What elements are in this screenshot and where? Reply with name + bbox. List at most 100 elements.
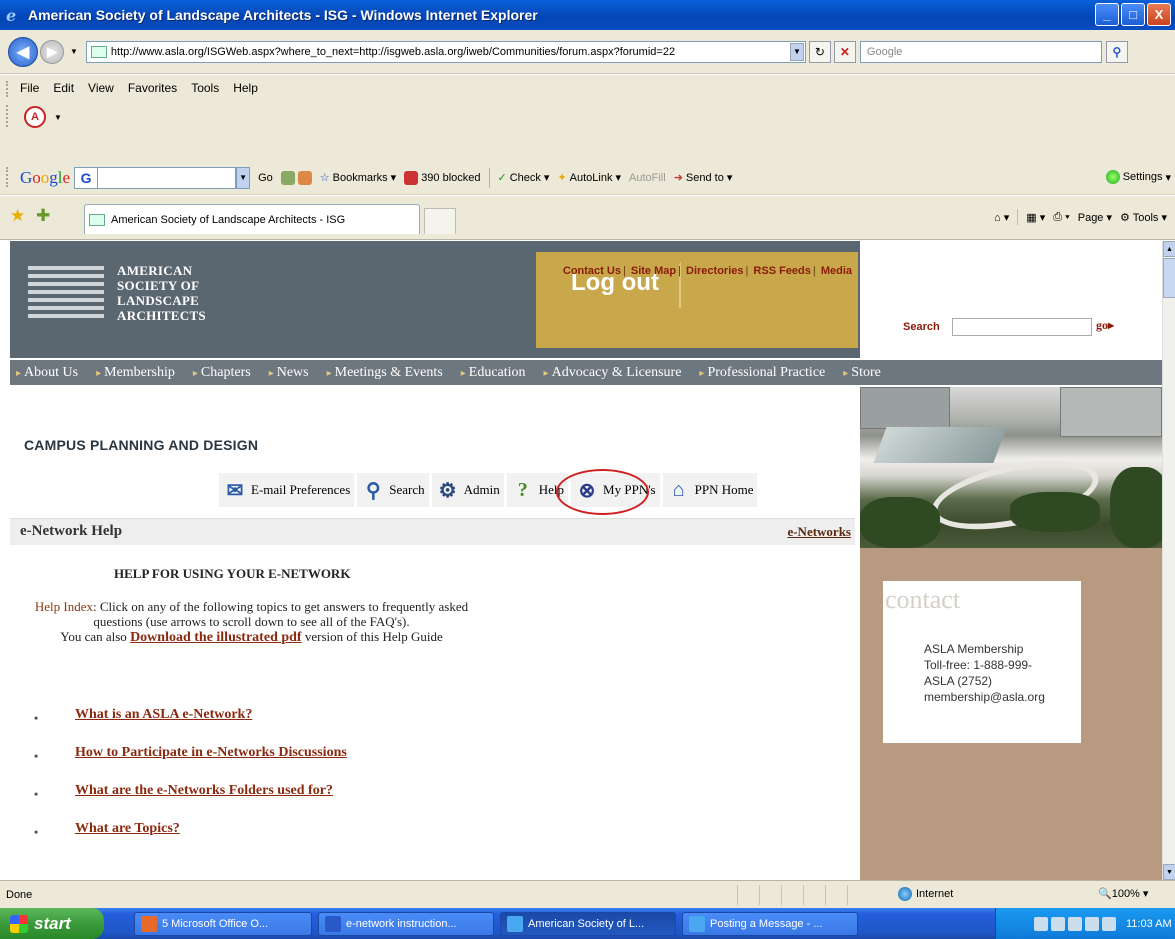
asla-name[interactable]: AMERICAN SOCIETY OF LANDSCAPE ARCHITECTS <box>117 263 206 323</box>
start-button[interactable]: start <box>0 908 104 939</box>
nav-advocacy-licensure[interactable]: Advocacy & Licensure <box>544 365 682 381</box>
scroll-thumb[interactable] <box>1163 258 1175 298</box>
restore-button[interactable]: □ <box>1121 3 1145 26</box>
taskbar-item[interactable]: Posting a Message - ... <box>682 911 858 936</box>
feeds-icon[interactable]: ▦ ▾ <box>1026 211 1045 224</box>
history-dropdown-icon[interactable]: ▼ <box>70 47 78 56</box>
settings-button[interactable]: Settings ▾ <box>1105 170 1171 184</box>
menu-tools[interactable]: Tools <box>191 81 219 95</box>
title-bar: e American Society of Landscape Architec… <box>0 0 1175 30</box>
globe-icon <box>898 887 912 901</box>
ppn-home-button[interactable]: ⌂ PPN Home <box>661 472 759 508</box>
scroll-down-icon[interactable]: ▼ <box>1163 864 1175 880</box>
home-icon[interactable]: ⌂ ▾ <box>994 211 1009 224</box>
bookmarks-button[interactable]: ☆ Bookmarks ▾ <box>320 171 396 185</box>
site-search-go-button[interactable]: go▸ <box>1096 318 1114 333</box>
contact-email[interactable]: membership@asla.org <box>924 689 1074 705</box>
favorites-star-icon[interactable]: ★ <box>10 206 25 226</box>
autolink-button[interactable]: ✦ AutoLink ▾ <box>557 171 621 185</box>
e-networks-link[interactable]: e-Networks <box>787 524 851 540</box>
send-to-button[interactable]: ➜ Send to ▾ <box>674 171 733 185</box>
page-menu[interactable]: Page ▾ <box>1078 211 1112 224</box>
download-pdf-link[interactable]: Download the illustrated pdf <box>130 630 302 645</box>
taskbar-item[interactable]: e-network instruction... <box>318 911 494 936</box>
back-button[interactable]: ◀ <box>8 36 38 67</box>
email-icon: ✉ <box>226 479 244 502</box>
nav-store[interactable]: Store <box>843 365 881 381</box>
nav-meetings-events[interactable]: Meetings & Events <box>327 365 443 381</box>
nav-news[interactable]: News <box>269 365 309 381</box>
autofill-button[interactable]: AutoFill <box>629 172 666 184</box>
directories-link[interactable]: Directories <box>686 265 743 277</box>
search-input[interactable]: Google <box>859 40 1102 63</box>
google-dropdown-icon[interactable]: ▼ <box>236 166 251 189</box>
status-bar: Done Internet 🔍100% ▾ <box>0 880 1175 908</box>
url-text[interactable]: http://www.asla.org/ISGWeb.aspx?where_to… <box>111 46 790 58</box>
tray-icons[interactable] <box>1034 916 1116 931</box>
spell-check-button[interactable]: ✓ Check ▾ <box>498 171 550 185</box>
menu-edit[interactable]: Edit <box>53 81 74 95</box>
popup-blocker-button[interactable]: 390 blocked <box>404 170 481 185</box>
go-button[interactable]: Go <box>258 172 273 184</box>
zoom-level[interactable]: 🔍100% ▾ <box>1098 887 1148 900</box>
close-button[interactable]: X <box>1147 3 1171 26</box>
add-favorites-icon[interactable]: ✚ <box>36 206 50 226</box>
magnifier-icon: ⚲ <box>365 479 381 502</box>
security-zone[interactable]: Internet <box>898 887 953 901</box>
topic-link[interactable]: What is an ASLA e-Network? <box>75 707 252 723</box>
url-field[interactable]: http://www.asla.org/ISGWeb.aspx?where_to… <box>85 40 806 63</box>
window-controls: _ □ X <box>1095 3 1171 26</box>
topic-link[interactable]: What are Topics? <box>75 821 180 837</box>
rss-feeds-link[interactable]: RSS Feeds <box>753 265 810 277</box>
highlight-circle <box>556 469 649 515</box>
search-button[interactable]: ⚲ <box>1105 40 1128 63</box>
pdf-icon[interactable]: A <box>24 106 46 128</box>
menu-view[interactable]: View <box>88 81 114 95</box>
menu-file[interactable]: File <box>20 81 39 95</box>
pdf-dropdown-icon[interactable]: ▼ <box>54 113 62 122</box>
site-search-input[interactable] <box>952 318 1092 336</box>
nav-education[interactable]: Education <box>461 365 526 381</box>
content-header: e-Network Help e-Networks <box>10 518 855 545</box>
stop-button[interactable]: ✕ <box>833 40 856 63</box>
taskbar-item[interactable]: 5 Microsoft Office O... <box>134 911 312 936</box>
gear-icon: ⚙ <box>438 479 457 502</box>
search-button[interactable]: ⚲ Search <box>356 472 430 508</box>
minimize-button[interactable]: _ <box>1095 3 1119 26</box>
taskbar: start 5 Microsoft Office O... e-network … <box>0 908 1175 939</box>
ie-icon <box>689 915 705 932</box>
forward-button[interactable]: ▶ <box>40 39 64 64</box>
taskbar-item[interactable]: American Society of L... <box>500 911 676 936</box>
clock[interactable]: 11:03 AM <box>1126 918 1172 930</box>
email-preferences-button[interactable]: ✉ E-mail Preferences <box>218 472 356 508</box>
menu-help[interactable]: Help <box>233 81 258 95</box>
page-icon <box>90 45 107 58</box>
scroll-up-icon[interactable]: ▲ <box>1163 241 1175 257</box>
ppn-toolbar: ✉ E-mail Preferences ⚲ Search ⚙ Admin ? … <box>218 472 759 508</box>
asla-logo[interactable] <box>28 266 104 328</box>
tab-active[interactable]: American Society of Landscape Architects… <box>84 204 420 234</box>
refresh-button[interactable]: ↻ <box>808 40 831 63</box>
topic-link[interactable]: How to Participate in e-Networks Discuss… <box>75 745 347 761</box>
status-text: Done <box>6 888 33 901</box>
vertical-scrollbar[interactable]: ▲ ▼ <box>1162 241 1175 880</box>
toolbar-grip <box>6 105 9 127</box>
print-icon[interactable]: ⎙ ▾ <box>1053 211 1069 224</box>
google-search-input[interactable] <box>98 166 237 189</box>
new-tab-button[interactable] <box>424 208 456 234</box>
nav-about-us[interactable]: About Us <box>16 365 78 381</box>
topic-link[interactable]: What are the e-Networks Folders used for… <box>75 783 333 799</box>
nav-membership[interactable]: Membership <box>96 365 175 381</box>
nav-chapters[interactable]: Chapters <box>193 365 251 381</box>
url-dropdown-icon[interactable]: ▼ <box>789 42 804 61</box>
tools-menu[interactable]: ⚙ Tools ▾ <box>1120 211 1167 224</box>
menu-favorites[interactable]: Favorites <box>128 81 177 95</box>
site-map-link[interactable]: Site Map <box>631 265 676 277</box>
media-link[interactable]: Media <box>821 265 852 277</box>
admin-button[interactable]: ⚙ Admin <box>430 472 505 508</box>
contact-us-link[interactable]: Contact Us <box>563 265 621 277</box>
google-search-icon[interactable]: G <box>74 166 99 189</box>
rooftop-garden-photo <box>860 387 1162 548</box>
nav-professional-practice[interactable]: Professional Practice <box>699 365 825 381</box>
contact-details: ASLA Membership Toll-free: 1-888-999- AS… <box>924 641 1074 705</box>
